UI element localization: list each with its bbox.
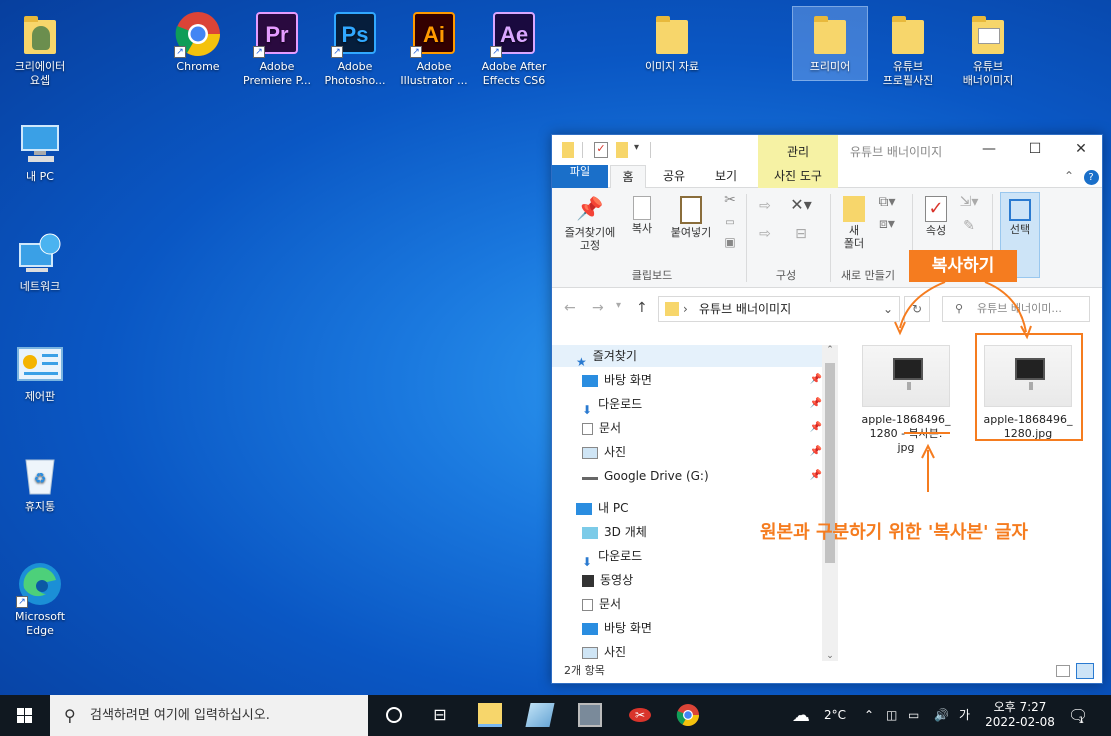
- annotation-note: 원본과 구분하기 위한 '복사본' 글자: [760, 522, 1028, 543]
- notification-count: 1: [1078, 716, 1085, 726]
- clock-date: 2022-02-08: [985, 715, 1055, 729]
- cortana-icon[interactable]: [382, 703, 406, 727]
- task-view-icon[interactable]: ⊟: [428, 703, 452, 727]
- weather-icon[interactable]: ☁: [792, 695, 810, 736]
- volume-icon[interactable]: 🔊: [934, 695, 949, 736]
- highlight-box: [975, 333, 1083, 441]
- taskbar: ⚲ 검색하려면 여기에 입력하십시오. ⊟ ✂ ☁ 2°C ⌃ ◫ ▭ 🔊 가 …: [0, 695, 1111, 736]
- ime-indicator[interactable]: 가: [959, 695, 970, 736]
- clock-time: 오후 7:27: [993, 700, 1047, 714]
- search-icon: ⚲: [64, 706, 76, 725]
- windows-icon: [17, 708, 32, 723]
- notepad-icon[interactable]: [525, 703, 555, 727]
- clock[interactable]: 오후 7:27 2022-02-08: [980, 695, 1060, 736]
- meet-now-icon[interactable]: ◫: [886, 695, 897, 736]
- network-tray-icon[interactable]: ▭: [908, 695, 919, 736]
- snipping-tool-icon[interactable]: ✂: [628, 703, 652, 727]
- search-placeholder: 검색하려면 여기에 입력하십시오.: [90, 708, 270, 723]
- weather-temp[interactable]: 2°C: [824, 695, 846, 736]
- copy-callout: 복사하기: [909, 250, 1017, 282]
- chrome-icon[interactable]: [676, 703, 700, 727]
- taskbar-search-input[interactable]: ⚲ 검색하려면 여기에 입력하십시오.: [50, 695, 368, 736]
- annotation-arrows: [894, 281, 1032, 492]
- notification-icon[interactable]: 🗨1: [1068, 695, 1094, 736]
- calculator-icon[interactable]: [578, 703, 602, 727]
- file-explorer-icon[interactable]: [478, 703, 502, 727]
- tray-expand-icon[interactable]: ⌃: [864, 695, 874, 736]
- start-button[interactable]: [0, 695, 50, 736]
- svg-text:✂: ✂: [635, 708, 645, 722]
